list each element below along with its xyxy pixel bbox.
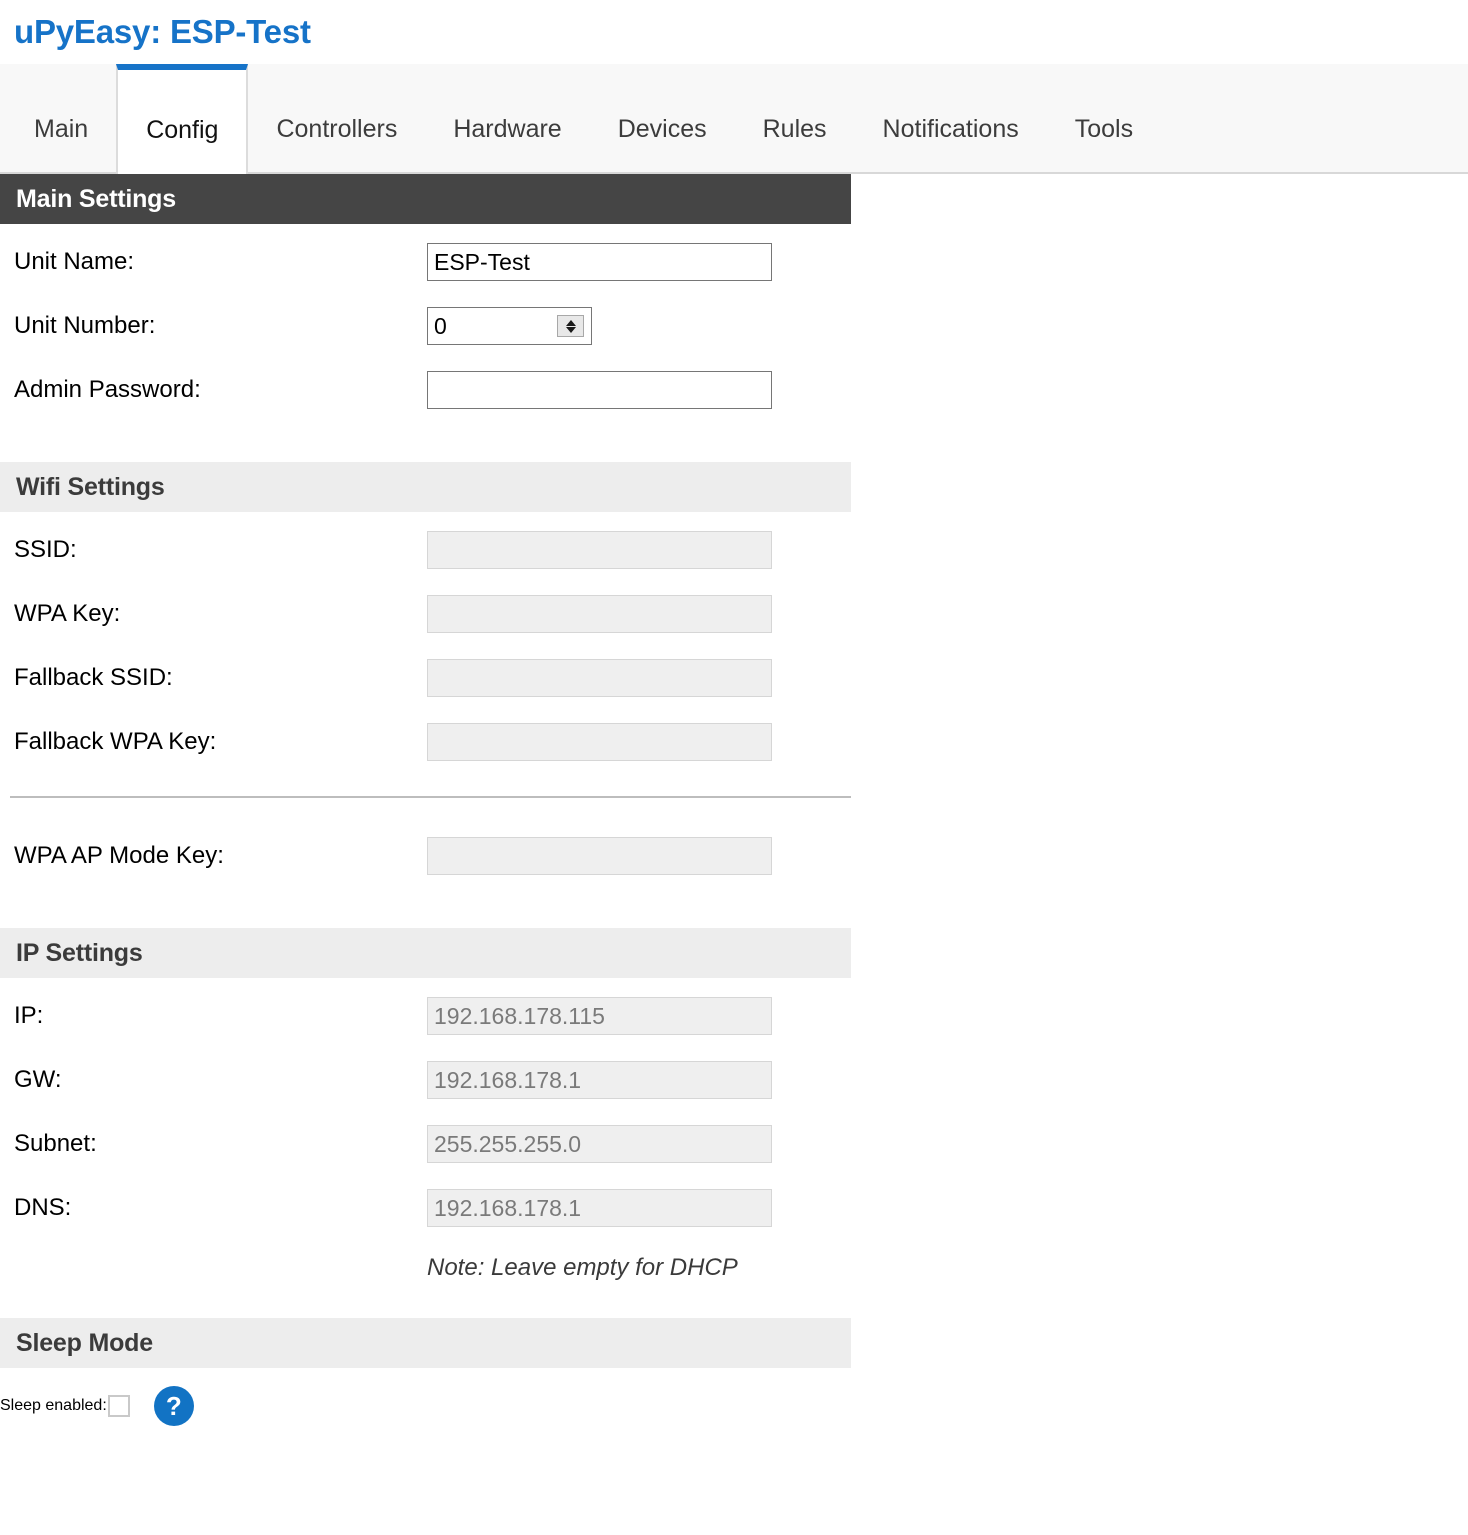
row-sleep-enabled: Sleep enabled: ?: [0, 1374, 1468, 1438]
main-settings-rows: Unit Name: Unit Number: Admin Password:: [0, 224, 1468, 422]
sleep-enabled-label: Sleep enabled:: [0, 1397, 107, 1415]
page-title: uPyEasy: ESP-Test: [14, 13, 311, 50]
admin-password-input[interactable]: [427, 371, 772, 410]
unit-name-label: Unit Name:: [14, 248, 135, 276]
help-question-icon[interactable]: ?: [153, 1386, 194, 1427]
tab-controllers[interactable]: Controllers: [248, 64, 425, 172]
tab-rules[interactable]: Rules: [735, 64, 855, 172]
section-heading-wifi-settings: Wifi Settings: [0, 462, 851, 513]
row-wpa-ap-mode-key: WPA AP Mode Key:: [0, 824, 1468, 888]
arrow-down-icon[interactable]: [565, 326, 576, 333]
fallback-ssid-input[interactable]: [427, 659, 772, 698]
section-heading-ip-settings: IP Settings: [0, 928, 851, 979]
dns-input[interactable]: [427, 1189, 772, 1228]
sleep-mode-rows: Sleep enabled: ?: [0, 1368, 1468, 1438]
dns-label: DNS:: [14, 1194, 72, 1222]
row-gw: GW:: [0, 1048, 1468, 1112]
wpa-ap-mode-key-label: WPA AP Mode Key:: [14, 842, 224, 870]
row-dhcp-note: Note: Leave empty for DHCP: [0, 1240, 1468, 1296]
row-unit-number: Unit Number:: [0, 294, 1468, 358]
row-ip: IP:: [0, 984, 1468, 1048]
tab-config[interactable]: Config: [116, 64, 249, 175]
sleep-enabled-checkbox[interactable]: [107, 1395, 130, 1418]
gw-label: GW:: [14, 1066, 62, 1094]
wpa-ap-mode-key-input[interactable]: [427, 837, 772, 876]
tab-tools[interactable]: Tools: [1047, 64, 1161, 172]
tab-main[interactable]: Main: [6, 64, 116, 172]
ap-mode-rows: WPA AP Mode Key:: [0, 818, 1468, 888]
subnet-input[interactable]: [427, 1125, 772, 1164]
admin-password-label: Admin Password:: [14, 376, 201, 404]
row-fallback-wpa-key: Fallback WPA Key:: [0, 710, 1468, 774]
wifi-settings-rows: SSID: WPA Key: Fallback SSID: Fallback W…: [0, 512, 1468, 774]
row-ssid: SSID:: [0, 518, 1468, 582]
ip-input[interactable]: [427, 997, 772, 1036]
tab-devices[interactable]: Devices: [590, 64, 735, 172]
wpa-key-input[interactable]: [427, 595, 772, 634]
ip-label: IP:: [14, 1002, 44, 1030]
row-dns: DNS:: [0, 1176, 1468, 1240]
fallback-wpa-key-label: Fallback WPA Key:: [14, 728, 217, 756]
fallback-wpa-key-input[interactable]: [427, 723, 772, 762]
subnet-label: Subnet:: [14, 1130, 97, 1158]
wpa-key-label: WPA Key:: [14, 600, 121, 628]
tab-bar: Main Config Controllers Hardware Devices…: [0, 64, 1468, 175]
gw-input[interactable]: [427, 1061, 772, 1100]
ssid-input[interactable]: [427, 531, 772, 570]
ssid-label: SSID:: [14, 536, 77, 564]
row-admin-password: Admin Password:: [0, 358, 1468, 422]
spinner-arrows-icon[interactable]: [557, 315, 584, 338]
row-fallback-ssid: Fallback SSID:: [0, 646, 1468, 710]
unit-number-stepper[interactable]: [427, 307, 592, 346]
section-heading-main-settings: Main Settings: [0, 174, 851, 225]
fallback-ssid-label: Fallback SSID:: [14, 664, 173, 692]
row-unit-name: Unit Name:: [0, 230, 1468, 294]
tab-hardware[interactable]: Hardware: [425, 64, 589, 172]
row-subnet: Subnet:: [0, 1112, 1468, 1176]
section-heading-sleep-mode: Sleep Mode: [0, 1318, 851, 1369]
ip-settings-rows: IP: GW: Subnet: DNS: Note: Leave empty f…: [0, 978, 1468, 1296]
row-wpa-key: WPA Key:: [0, 582, 1468, 646]
tab-notifications[interactable]: Notifications: [855, 64, 1047, 172]
arrow-up-icon[interactable]: [565, 319, 576, 326]
unit-number-label: Unit Number:: [14, 312, 156, 340]
unit-name-input[interactable]: [427, 243, 772, 282]
config-form: Main Settings Unit Name: Unit Number: Ad…: [0, 174, 1468, 1438]
dhcp-note: Note: Leave empty for DHCP: [427, 1254, 738, 1282]
wifi-divider: [0, 774, 1468, 818]
